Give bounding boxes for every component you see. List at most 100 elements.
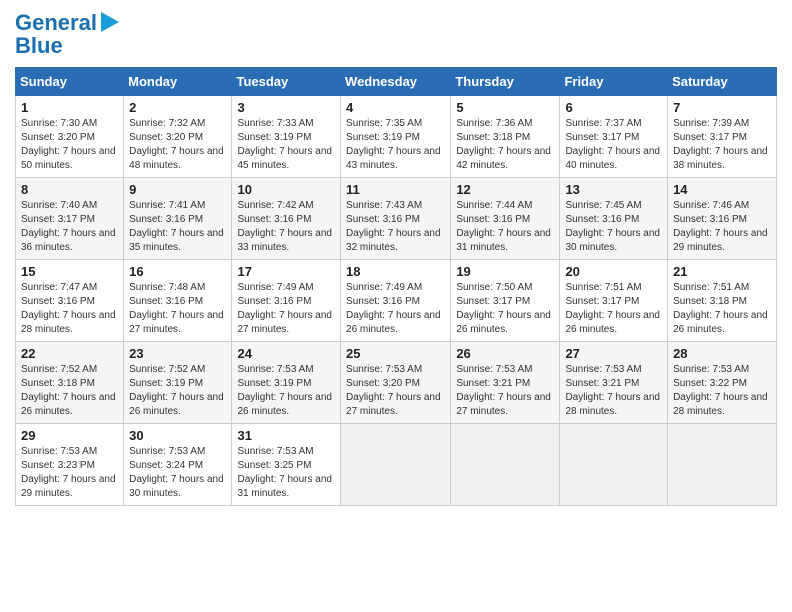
logo-text-block: General Blue bbox=[15, 10, 119, 59]
weekday-header: Friday bbox=[560, 68, 668, 96]
calendar-week-row: 22 Sunrise: 7:52 AM Sunset: 3:18 PM Dayl… bbox=[16, 342, 777, 424]
day-number: 7 bbox=[673, 100, 771, 115]
day-info: Sunrise: 7:53 AM Sunset: 3:23 PM Dayligh… bbox=[21, 445, 118, 501]
calendar-day-cell: 26 Sunrise: 7:53 AM Sunset: 3:21 PM Dayl… bbox=[451, 342, 560, 424]
day-info: Sunrise: 7:44 AM Sunset: 3:16 PM Dayligh… bbox=[456, 199, 554, 255]
calendar-day-cell: 24 Sunrise: 7:53 AM Sunset: 3:19 PM Dayl… bbox=[232, 342, 341, 424]
calendar-day-cell: 7 Sunrise: 7:39 AM Sunset: 3:17 PM Dayli… bbox=[668, 96, 777, 178]
day-info: Sunrise: 7:37 AM Sunset: 3:17 PM Dayligh… bbox=[565, 117, 662, 173]
calendar-day-cell: 2 Sunrise: 7:32 AM Sunset: 3:20 PM Dayli… bbox=[124, 96, 232, 178]
calendar-day-cell bbox=[560, 424, 668, 506]
day-number: 29 bbox=[21, 428, 118, 443]
day-info: Sunrise: 7:53 AM Sunset: 3:19 PM Dayligh… bbox=[237, 363, 335, 419]
day-number: 19 bbox=[456, 264, 554, 279]
calendar-day-cell: 3 Sunrise: 7:33 AM Sunset: 3:19 PM Dayli… bbox=[232, 96, 341, 178]
day-number: 26 bbox=[456, 346, 554, 361]
day-number: 27 bbox=[565, 346, 662, 361]
day-number: 31 bbox=[237, 428, 335, 443]
day-number: 16 bbox=[129, 264, 226, 279]
day-info: Sunrise: 7:46 AM Sunset: 3:16 PM Dayligh… bbox=[673, 199, 771, 255]
calendar-day-cell: 18 Sunrise: 7:49 AM Sunset: 3:16 PM Dayl… bbox=[341, 260, 451, 342]
day-info: Sunrise: 7:53 AM Sunset: 3:21 PM Dayligh… bbox=[565, 363, 662, 419]
calendar-day-cell: 20 Sunrise: 7:51 AM Sunset: 3:17 PM Dayl… bbox=[560, 260, 668, 342]
calendar-day-cell: 8 Sunrise: 7:40 AM Sunset: 3:17 PM Dayli… bbox=[16, 178, 124, 260]
day-number: 11 bbox=[346, 182, 445, 197]
day-info: Sunrise: 7:51 AM Sunset: 3:17 PM Dayligh… bbox=[565, 281, 662, 337]
calendar-day-cell: 21 Sunrise: 7:51 AM Sunset: 3:18 PM Dayl… bbox=[668, 260, 777, 342]
day-info: Sunrise: 7:30 AM Sunset: 3:20 PM Dayligh… bbox=[21, 117, 118, 173]
day-number: 5 bbox=[456, 100, 554, 115]
day-number: 4 bbox=[346, 100, 445, 115]
day-info: Sunrise: 7:41 AM Sunset: 3:16 PM Dayligh… bbox=[129, 199, 226, 255]
calendar-day-cell: 10 Sunrise: 7:42 AM Sunset: 3:16 PM Dayl… bbox=[232, 178, 341, 260]
calendar-day-cell bbox=[451, 424, 560, 506]
day-info: Sunrise: 7:52 AM Sunset: 3:19 PM Dayligh… bbox=[129, 363, 226, 419]
calendar-day-cell: 31 Sunrise: 7:53 AM Sunset: 3:25 PM Dayl… bbox=[232, 424, 341, 506]
day-info: Sunrise: 7:39 AM Sunset: 3:17 PM Dayligh… bbox=[673, 117, 771, 173]
day-number: 15 bbox=[21, 264, 118, 279]
day-number: 12 bbox=[456, 182, 554, 197]
day-info: Sunrise: 7:45 AM Sunset: 3:16 PM Dayligh… bbox=[565, 199, 662, 255]
page-header: General Blue bbox=[15, 10, 777, 59]
day-number: 3 bbox=[237, 100, 335, 115]
day-number: 6 bbox=[565, 100, 662, 115]
calendar-header-row: SundayMondayTuesdayWednesdayThursdayFrid… bbox=[16, 68, 777, 96]
day-info: Sunrise: 7:48 AM Sunset: 3:16 PM Dayligh… bbox=[129, 281, 226, 337]
weekday-header: Thursday bbox=[451, 68, 560, 96]
logo-general: General bbox=[15, 10, 97, 35]
day-info: Sunrise: 7:51 AM Sunset: 3:18 PM Dayligh… bbox=[673, 281, 771, 337]
calendar-week-row: 29 Sunrise: 7:53 AM Sunset: 3:23 PM Dayl… bbox=[16, 424, 777, 506]
day-number: 18 bbox=[346, 264, 445, 279]
logo-text: General bbox=[15, 11, 97, 35]
calendar-day-cell: 27 Sunrise: 7:53 AM Sunset: 3:21 PM Dayl… bbox=[560, 342, 668, 424]
day-number: 28 bbox=[673, 346, 771, 361]
day-number: 23 bbox=[129, 346, 226, 361]
day-number: 10 bbox=[237, 182, 335, 197]
calendar-day-cell bbox=[341, 424, 451, 506]
calendar-week-row: 8 Sunrise: 7:40 AM Sunset: 3:17 PM Dayli… bbox=[16, 178, 777, 260]
calendar-week-row: 1 Sunrise: 7:30 AM Sunset: 3:20 PM Dayli… bbox=[16, 96, 777, 178]
day-number: 25 bbox=[346, 346, 445, 361]
calendar-day-cell: 30 Sunrise: 7:53 AM Sunset: 3:24 PM Dayl… bbox=[124, 424, 232, 506]
day-info: Sunrise: 7:49 AM Sunset: 3:16 PM Dayligh… bbox=[237, 281, 335, 337]
weekday-header: Wednesday bbox=[341, 68, 451, 96]
calendar-day-cell: 12 Sunrise: 7:44 AM Sunset: 3:16 PM Dayl… bbox=[451, 178, 560, 260]
day-number: 22 bbox=[21, 346, 118, 361]
calendar-day-cell: 25 Sunrise: 7:53 AM Sunset: 3:20 PM Dayl… bbox=[341, 342, 451, 424]
day-info: Sunrise: 7:32 AM Sunset: 3:20 PM Dayligh… bbox=[129, 117, 226, 173]
day-number: 9 bbox=[129, 182, 226, 197]
calendar-day-cell: 22 Sunrise: 7:52 AM Sunset: 3:18 PM Dayl… bbox=[16, 342, 124, 424]
day-number: 21 bbox=[673, 264, 771, 279]
calendar-day-cell: 4 Sunrise: 7:35 AM Sunset: 3:19 PM Dayli… bbox=[341, 96, 451, 178]
calendar-day-cell: 17 Sunrise: 7:49 AM Sunset: 3:16 PM Dayl… bbox=[232, 260, 341, 342]
calendar-day-cell: 6 Sunrise: 7:37 AM Sunset: 3:17 PM Dayli… bbox=[560, 96, 668, 178]
logo-arrow-icon bbox=[101, 12, 119, 37]
day-info: Sunrise: 7:50 AM Sunset: 3:17 PM Dayligh… bbox=[456, 281, 554, 337]
page-container: General Blue SundayMondayTuesdayWednesda… bbox=[0, 0, 792, 516]
day-info: Sunrise: 7:52 AM Sunset: 3:18 PM Dayligh… bbox=[21, 363, 118, 419]
day-info: Sunrise: 7:43 AM Sunset: 3:16 PM Dayligh… bbox=[346, 199, 445, 255]
calendar-day-cell: 28 Sunrise: 7:53 AM Sunset: 3:22 PM Dayl… bbox=[668, 342, 777, 424]
day-info: Sunrise: 7:53 AM Sunset: 3:21 PM Dayligh… bbox=[456, 363, 554, 419]
calendar-day-cell: 16 Sunrise: 7:48 AM Sunset: 3:16 PM Dayl… bbox=[124, 260, 232, 342]
logo: General Blue bbox=[15, 10, 119, 59]
calendar-week-row: 15 Sunrise: 7:47 AM Sunset: 3:16 PM Dayl… bbox=[16, 260, 777, 342]
weekday-header: Tuesday bbox=[232, 68, 341, 96]
day-info: Sunrise: 7:35 AM Sunset: 3:19 PM Dayligh… bbox=[346, 117, 445, 173]
day-info: Sunrise: 7:53 AM Sunset: 3:24 PM Dayligh… bbox=[129, 445, 226, 501]
day-number: 30 bbox=[129, 428, 226, 443]
day-info: Sunrise: 7:42 AM Sunset: 3:16 PM Dayligh… bbox=[237, 199, 335, 255]
calendar-day-cell: 23 Sunrise: 7:52 AM Sunset: 3:19 PM Dayl… bbox=[124, 342, 232, 424]
weekday-header: Monday bbox=[124, 68, 232, 96]
day-number: 1 bbox=[21, 100, 118, 115]
calendar-day-cell: 14 Sunrise: 7:46 AM Sunset: 3:16 PM Dayl… bbox=[668, 178, 777, 260]
calendar-day-cell: 1 Sunrise: 7:30 AM Sunset: 3:20 PM Dayli… bbox=[16, 96, 124, 178]
day-info: Sunrise: 7:47 AM Sunset: 3:16 PM Dayligh… bbox=[21, 281, 118, 337]
day-info: Sunrise: 7:53 AM Sunset: 3:20 PM Dayligh… bbox=[346, 363, 445, 419]
calendar-table: SundayMondayTuesdayWednesdayThursdayFrid… bbox=[15, 67, 777, 506]
day-info: Sunrise: 7:36 AM Sunset: 3:18 PM Dayligh… bbox=[456, 117, 554, 173]
day-number: 2 bbox=[129, 100, 226, 115]
calendar-day-cell: 13 Sunrise: 7:45 AM Sunset: 3:16 PM Dayl… bbox=[560, 178, 668, 260]
calendar-day-cell: 19 Sunrise: 7:50 AM Sunset: 3:17 PM Dayl… bbox=[451, 260, 560, 342]
day-number: 13 bbox=[565, 182, 662, 197]
